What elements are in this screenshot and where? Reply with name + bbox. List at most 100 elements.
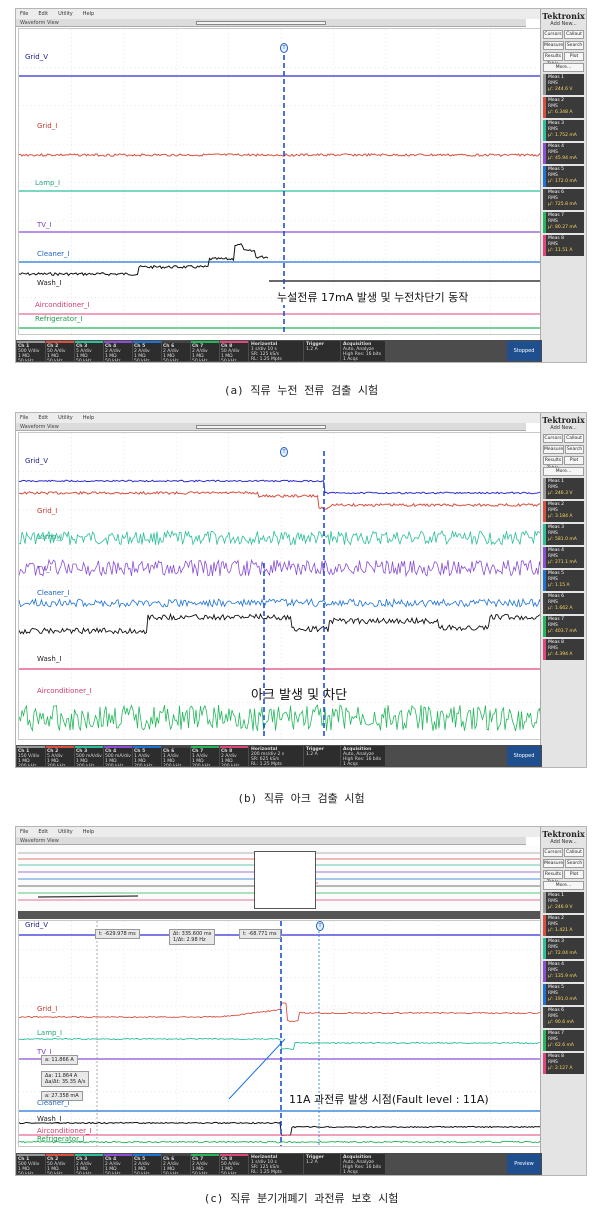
measurement-badge[interactable]: Meas 1 RMS μ': 244.6 V (543, 74, 584, 95)
channel-badge[interactable]: Ch 42 A/div1 MΩ50 kHz (104, 341, 132, 361)
menu-help[interactable]: Help (83, 829, 94, 835)
channel-badge[interactable]: Ch 61 A/div1 MΩ200 kHz (162, 746, 190, 766)
more-button[interactable]: More... (543, 467, 584, 476)
channel-badge[interactable]: Ch 32 A/div1 MΩ50 kHz (75, 1154, 103, 1174)
plot-button[interactable]: Plot (564, 870, 584, 879)
measure-button[interactable]: Measure (543, 41, 565, 50)
channel-badge[interactable]: Ch 850 A/div1 MΩ50 kHz (220, 1154, 248, 1174)
cursor-dt-box[interactable]: Δt: 335.600 ms 1/Δt: 2.98 Hz (169, 929, 216, 945)
measurement-badge[interactable]: Meas 4 RMS μ': 135.9 mA (543, 961, 584, 982)
trigger-box[interactable]: Trigger 1.2 A (304, 746, 340, 766)
channel-badge[interactable]: Ch 62 A/div1 MΩ50 kHz (162, 341, 190, 361)
menu-utility[interactable]: Utility (58, 415, 73, 421)
cursor-t2-box[interactable]: t: -68.771 ms (239, 929, 281, 939)
cursors-button[interactable]: Cursors (543, 848, 563, 857)
channel-badge[interactable]: Ch 1150 V/div1 MΩ200 kHz (17, 746, 45, 766)
plot-button[interactable]: Plot (564, 52, 584, 61)
callout-button[interactable]: Callout (564, 848, 584, 857)
channel-badge[interactable]: Ch 35 A/div1 MΩ50 kHz (75, 341, 103, 361)
add-new-label[interactable]: Add New... (541, 21, 586, 27)
trigger-box[interactable]: Trigger 1.2 A (304, 341, 340, 361)
measurement-badge[interactable]: Meas 8 RMS μ': 4.394 A (543, 639, 584, 660)
results-table-button[interactable]: Results Table (543, 870, 563, 885)
search-button[interactable]: Search (565, 859, 584, 868)
menu-utility[interactable]: Utility (58, 829, 73, 835)
measurement-badge[interactable]: Meas 2 RMS μ': 3.184 A (543, 501, 584, 522)
cursors-button[interactable]: Cursors (543, 434, 563, 443)
run-state-button[interactable]: Stopped (507, 746, 541, 766)
callout-button[interactable]: Callout (564, 30, 584, 39)
acquisition-box[interactable]: Acquisition Auto, Analyze High Res: 16 bit… (341, 341, 385, 361)
measurement-badge[interactable]: Meas 4 RMS μ': 45.94 mA (543, 143, 584, 164)
menu-edit[interactable]: Edit (38, 415, 48, 421)
channel-badge[interactable]: Ch 52 A/div1 MΩ50 kHz (133, 341, 161, 361)
menu-utility[interactable]: Utility (58, 11, 73, 17)
waveform-scrollbar[interactable] (196, 21, 326, 25)
trigger-marker-c[interactable]: T (316, 921, 324, 931)
zoom-window-box[interactable] (254, 851, 316, 909)
measurement-badge[interactable]: Meas 2 RMS μ': 6.348 A (543, 97, 584, 118)
channel-badge[interactable]: Ch 250 A/div1 MΩ50 kHz (46, 341, 74, 361)
measurement-badge[interactable]: Meas 3 RMS μ': 1.752 mA (543, 120, 584, 141)
cursor-a-box[interactable]: a: 11.866 A (41, 1055, 78, 1065)
acquisition-box[interactable]: Acquisition Auto, Analyze High Res: 16 bit… (341, 746, 385, 766)
channel-badge[interactable]: Ch 51 A/div1 MΩ200 kHz (133, 746, 161, 766)
channel-badge[interactable]: Ch 72 A/div1 MΩ50 kHz (191, 1154, 219, 1174)
channel-badge[interactable]: Ch 42 A/div1 MΩ50 kHz (104, 1154, 132, 1174)
menu-file[interactable]: File (20, 415, 28, 421)
measurement-badge[interactable]: Meas 8 RMS μ': 11.51 A (543, 235, 584, 256)
channel-badge[interactable]: Ch 4500 mA/div1 MΩ200 kHz (104, 746, 132, 766)
measure-button[interactable]: Measure (543, 445, 565, 454)
measurement-badge[interactable]: Meas 7 RMS μ': 403.7 mA (543, 616, 584, 637)
cursor-delta-box[interactable]: Δa: 11.864 A Δa/Δt: 35.35 A/s (41, 1071, 90, 1087)
waveform-plot-b[interactable]: Grid_V Grid_I Lamp_I TV_I Cleaner_I Wash… (18, 432, 542, 740)
channel-badge[interactable]: Ch 250 A/div1 MΩ50 kHz (46, 1154, 74, 1174)
measurement-badge[interactable]: Meas 4 RMS μ': 271.1 mA (543, 547, 584, 568)
measurement-badge[interactable]: Meas 8 RMS μ': 2.127 A (543, 1053, 584, 1074)
channel-badge[interactable]: Ch 71 A/div1 MΩ200 kHz (191, 746, 219, 766)
channel-badge[interactable]: Ch 72 A/div1 MΩ50 kHz (191, 341, 219, 361)
trigger-box[interactable]: Trigger 1.2 A (304, 1154, 340, 1174)
waveform-scrollbar[interactable] (196, 425, 326, 429)
more-button[interactable]: More... (543, 881, 584, 890)
waveform-plot-a[interactable]: Grid_V Grid_I Lamp_I TV_I Cleaner_I Wash… (18, 28, 542, 335)
cursors-button[interactable]: Cursors (543, 30, 563, 39)
menu-edit[interactable]: Edit (38, 11, 48, 17)
horizontal-box[interactable]: Horizontal 1 s/div 10 s SR: 125 kS/s RL: 1.… (249, 1154, 303, 1174)
horizontal-box[interactable]: Horizontal 200 ms/div 2 s SR: 625 kS/s RL: … (249, 746, 303, 766)
channel-badge[interactable]: Ch 52 A/div1 MΩ50 kHz (133, 1154, 161, 1174)
results-table-button[interactable]: Results Table (543, 456, 563, 471)
menu-edit[interactable]: Edit (38, 829, 48, 835)
channel-badge[interactable]: Ch 1500 V/div1 MΩ50 kHz (17, 1154, 45, 1174)
measurement-badge[interactable]: Meas 7 RMS μ': 80.27 mA (543, 212, 584, 233)
more-button[interactable]: More... (543, 63, 584, 72)
cursor-b-box[interactable]: a: 27.358 mA (41, 1091, 83, 1101)
channel-badge[interactable]: Ch 25 A/div1 MΩ200 kHz (46, 746, 74, 766)
waveform-plot-c[interactable]: Grid_V Grid_I Lamp_I TV_I Cleaner_I Wash… (18, 920, 542, 1147)
add-new-label[interactable]: Add New... (541, 425, 586, 431)
measurement-badge[interactable]: Meas 3 RMS μ': 581.0 mA (543, 524, 584, 545)
measurement-badge[interactable]: Meas 3 RMS μ': 72.04 mA (543, 938, 584, 959)
channel-badge[interactable]: Ch 3500 mA/div1 MΩ200 kHz (75, 746, 103, 766)
measurement-badge[interactable]: Meas 5 RMS μ': 1.15 A (543, 570, 584, 591)
callout-button[interactable]: Callout (564, 434, 584, 443)
channel-badge[interactable]: Ch 1500 V/div1 MΩ50 kHz (17, 341, 45, 361)
plot-button[interactable]: Plot (564, 456, 584, 465)
measurement-badge[interactable]: Meas 1 RMS μ': 246.3 V (543, 478, 584, 499)
measurement-badge[interactable]: Meas 2 RMS μ': 1.421 A (543, 915, 584, 936)
menu-help[interactable]: Help (83, 11, 94, 17)
channel-badge[interactable]: Ch 62 A/div1 MΩ50 kHz (162, 1154, 190, 1174)
results-table-button[interactable]: Results Table (543, 52, 563, 67)
add-new-label[interactable]: Add New... (541, 839, 586, 845)
search-button[interactable]: Search (565, 41, 584, 50)
measure-button[interactable]: Measure (543, 859, 565, 868)
horizontal-box[interactable]: Horizontal 1 s/div 10 s SR: 125 kS/s RL: 1.… (249, 341, 303, 361)
run-state-button[interactable]: Preview (507, 1154, 541, 1174)
channel-badge[interactable]: Ch 850 A/div1 MΩ50 kHz (220, 341, 248, 361)
acquisition-box[interactable]: Acquisition Auto, Analyze High Res: 16 bit… (341, 1154, 385, 1174)
search-button[interactable]: Search (565, 445, 584, 454)
trigger-marker-a[interactable]: T (280, 43, 288, 53)
cursor-t1-box[interactable]: t: -629.978 ms (95, 929, 140, 939)
run-state-button[interactable]: Stopped (507, 341, 541, 361)
measurement-badge[interactable]: Meas 5 RMS μ': 191.0 mA (543, 984, 584, 1005)
